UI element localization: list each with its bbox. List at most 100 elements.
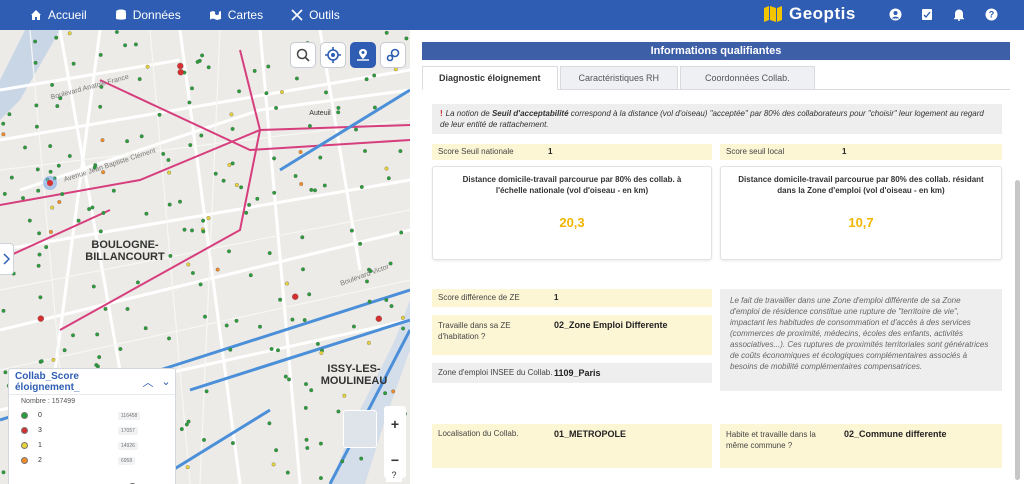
map-point[interactable] [227, 249, 231, 254]
map-point[interactable] [157, 112, 162, 117]
map-point[interactable] [318, 155, 323, 160]
map-point[interactable] [272, 190, 277, 195]
panel-scrollbar[interactable] [1015, 180, 1020, 480]
map-point[interactable] [143, 326, 148, 331]
map-point[interactable] [292, 293, 299, 300]
map-point[interactable] [305, 446, 310, 450]
legend-row[interactable]: 3 17057 [9, 423, 175, 438]
map-point[interactable] [50, 82, 55, 87]
map-point[interactable] [188, 143, 193, 148]
map-point[interactable] [34, 124, 39, 129]
map-point[interactable] [98, 104, 103, 109]
map-point[interactable] [76, 218, 81, 223]
map-point[interactable] [384, 298, 389, 302]
map-point[interactable] [177, 62, 184, 70]
map-point[interactable] [103, 306, 108, 311]
map-point[interactable] [384, 30, 389, 35]
map-point[interactable] [100, 138, 105, 143]
map-point[interactable] [299, 182, 304, 186]
map-point[interactable] [404, 36, 409, 41]
map-point[interactable] [351, 324, 356, 329]
zoom-in-button[interactable]: + [391, 416, 399, 432]
map-point[interactable] [186, 419, 191, 424]
nav-item-cartes[interactable]: Cartes [209, 8, 263, 22]
map-point[interactable] [359, 185, 364, 189]
map-point[interactable] [322, 183, 327, 188]
map-point[interactable] [342, 393, 347, 398]
map-point[interactable] [182, 227, 187, 232]
map-point[interactable] [239, 185, 244, 190]
map-point[interactable] [340, 459, 345, 464]
map-point[interactable] [204, 389, 209, 394]
map-point[interactable] [7, 112, 12, 117]
map-point[interactable] [258, 324, 262, 329]
map-point[interactable] [2, 191, 7, 196]
map-point[interactable] [234, 183, 239, 187]
map-point[interactable] [234, 318, 239, 323]
map-point[interactable] [38, 295, 43, 300]
map-point[interactable] [290, 317, 295, 322]
map-point[interactable] [98, 229, 103, 234]
map-point[interactable] [278, 297, 283, 302]
map-point[interactable] [55, 104, 60, 109]
map-point[interactable] [51, 357, 56, 362]
map-point[interactable] [67, 154, 72, 158]
map-point[interactable] [349, 228, 354, 233]
help-icon[interactable]: ? [984, 7, 998, 21]
map-point[interactable] [177, 69, 184, 76]
map-point[interactable] [271, 462, 276, 467]
map-point[interactable] [206, 65, 211, 70]
map-point[interactable] [37, 315, 44, 322]
map-point[interactable] [313, 188, 317, 193]
map-point[interactable] [248, 273, 253, 278]
legend-row[interactable]: 1 14926 [9, 438, 175, 453]
map-point[interactable] [3, 370, 8, 375]
map-point[interactable] [48, 144, 53, 149]
map-point[interactable] [266, 64, 271, 69]
map-point[interactable] [39, 359, 44, 364]
map-point[interactable] [398, 149, 403, 154]
map-point[interactable] [276, 348, 280, 353]
map-point[interactable] [203, 314, 207, 319]
map-point[interactable] [48, 229, 53, 234]
map-point[interactable] [255, 196, 260, 201]
map-point[interactable] [315, 341, 320, 346]
map-point[interactable] [94, 363, 99, 367]
map-point[interactable] [101, 210, 106, 215]
map-point[interactable] [111, 188, 116, 193]
map-point[interactable] [118, 347, 123, 351]
map-point[interactable] [95, 332, 100, 337]
map-point[interactable] [393, 67, 398, 72]
map-point[interactable] [1, 470, 6, 475]
map-point[interactable] [185, 465, 190, 470]
map-point[interactable] [199, 133, 204, 138]
map-point[interactable] [228, 347, 233, 352]
nav-item-outils[interactable]: Outils [291, 8, 340, 22]
map-point[interactable] [201, 218, 206, 223]
map-point[interactable] [294, 76, 299, 81]
map-point[interactable] [274, 448, 279, 453]
map-point[interactable] [224, 323, 229, 328]
map-point[interactable] [97, 355, 102, 360]
tab-diagnostic[interactable]: Diagnostic éloignement [422, 66, 558, 90]
map-point[interactable] [67, 31, 72, 36]
map-point[interactable] [237, 89, 242, 94]
map-point[interactable] [303, 405, 308, 410]
map-point[interactable] [285, 281, 289, 286]
map-point[interactable] [384, 166, 389, 171]
map-point[interactable] [309, 388, 314, 393]
map-point[interactable] [48, 169, 53, 174]
map-point[interactable] [304, 382, 308, 387]
map-point[interactable] [372, 73, 377, 78]
map-point[interactable] [318, 476, 323, 481]
sidebar-toggle[interactable] [0, 243, 14, 275]
map-layers-button[interactable] [350, 42, 376, 68]
map-point[interactable] [90, 205, 95, 210]
map-point[interactable] [375, 315, 382, 322]
map-point[interactable] [229, 112, 234, 117]
map-point[interactable] [190, 86, 194, 91]
map-point[interactable] [267, 251, 272, 256]
map-point[interactable] [215, 267, 220, 272]
map-point[interactable] [54, 35, 59, 40]
bell-icon[interactable] [952, 7, 966, 21]
